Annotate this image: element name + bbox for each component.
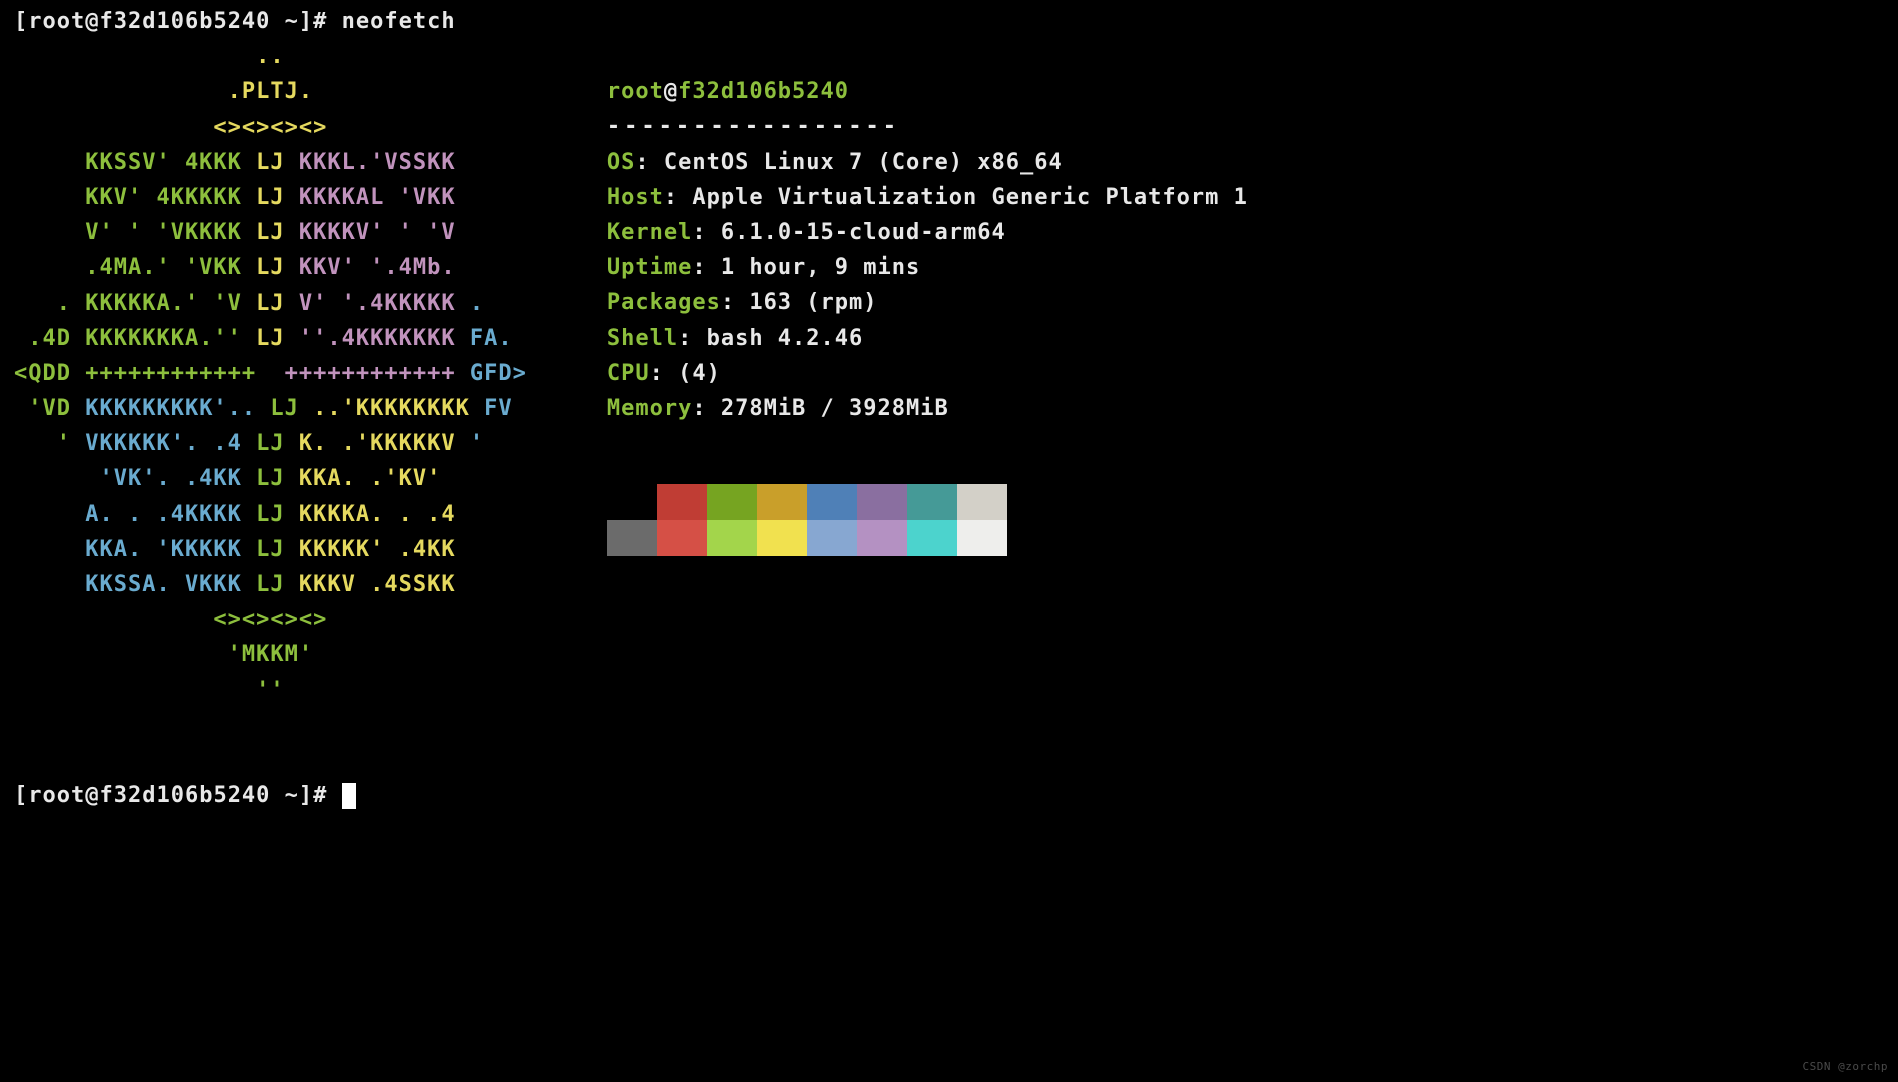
cursor-icon [342, 783, 356, 809]
info-cpu: CPU: (4) [607, 356, 1248, 391]
palette-row-1 [607, 484, 1248, 520]
color-swatch [607, 520, 657, 556]
color-swatch [707, 484, 757, 520]
ascii-logo: .. .PLTJ. <><><><> KKSSV' 4KKK LJ KKKL.'… [14, 39, 527, 708]
info-title: root@f32d106b5240 [607, 74, 1248, 109]
color-swatch [657, 484, 707, 520]
info-host: Host: Apple Virtualization Generic Platf… [607, 180, 1248, 215]
info-os: OS: CentOS Linux 7 (Core) x86_64 [607, 145, 1248, 180]
color-swatch [857, 520, 907, 556]
color-swatch [757, 520, 807, 556]
color-swatch [957, 484, 1007, 520]
color-swatch [857, 484, 907, 520]
color-swatch [807, 484, 857, 520]
prompt-line-1: [root@f32d106b5240 ~]# neofetch [14, 9, 456, 34]
color-swatch [907, 484, 957, 520]
command-text: neofetch [342, 9, 456, 34]
color-swatch [907, 520, 957, 556]
info-shell: Shell: bash 4.2.46 [607, 321, 1248, 356]
info-kernel: Kernel: 6.1.0-15-cloud-arm64 [607, 215, 1248, 250]
color-swatch [807, 520, 857, 556]
palette-row-2 [607, 520, 1248, 556]
color-swatch [657, 520, 707, 556]
info-packages: Packages: 163 (rpm) [607, 285, 1248, 320]
info-uptime: Uptime: 1 hour, 9 mins [607, 250, 1248, 285]
color-swatch [707, 520, 757, 556]
info-separator: ----------------- [607, 109, 1248, 144]
terminal-output: [root@f32d106b5240 ~]# neofetch .. .PLTJ… [14, 4, 1884, 813]
color-swatch [757, 484, 807, 520]
watermark: CSDN @zorchp [1803, 1058, 1888, 1076]
color-swatch [957, 520, 1007, 556]
info-memory: Memory: 278MiB / 3928MiB [607, 391, 1248, 426]
prompt-line-2[interactable]: [root@f32d106b5240 ~]# [14, 783, 356, 808]
color-palette [607, 484, 1248, 556]
system-info: root@f32d106b5240-----------------OS: Ce… [607, 39, 1248, 556]
color-swatch [607, 484, 657, 520]
